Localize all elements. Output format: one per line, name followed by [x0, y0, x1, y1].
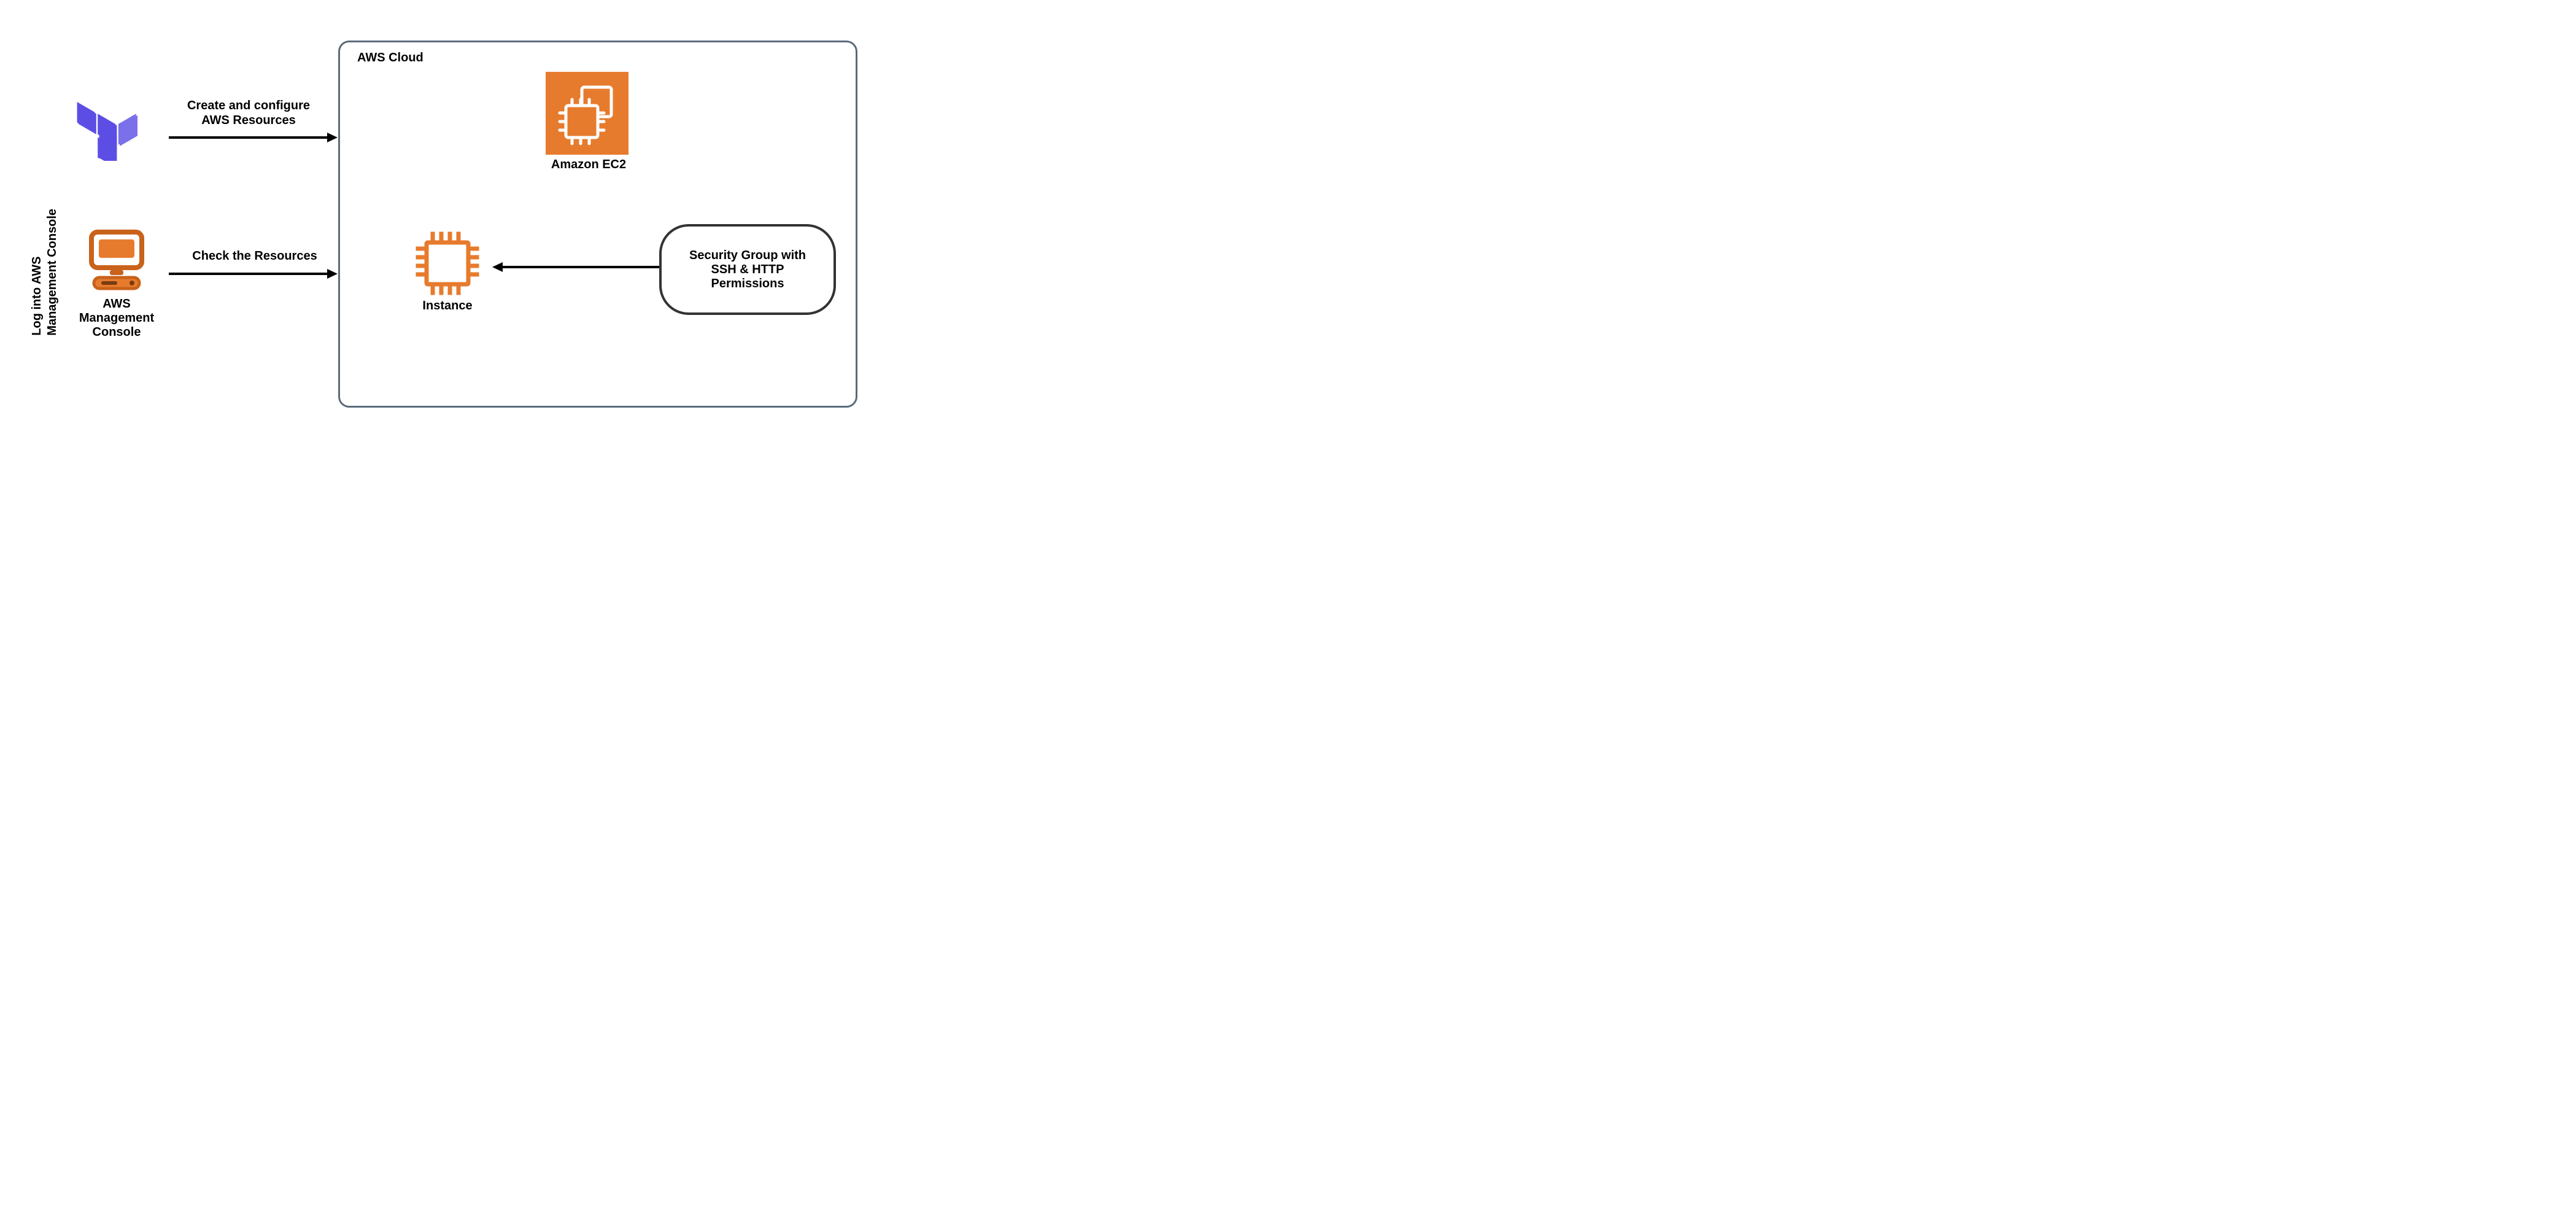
terraform-icon [71, 87, 145, 161]
arrow-create [169, 131, 338, 144]
security-group-label-line1: Security Group with [689, 249, 806, 262]
aws-cloud-box: AWS Cloud Amazon EC2 [338, 41, 857, 408]
arrow-check-label-text: Check the Resources [192, 249, 317, 263]
arrow-check [169, 268, 338, 280]
arrow-create-label-line1: Create and configure [187, 99, 310, 112]
aws-cloud-title: AWS Cloud [357, 51, 424, 65]
aws-management-console-icon [83, 227, 150, 295]
arrow-sg-to-instance [492, 261, 659, 273]
security-group-label: Security Group with SSH & HTTP Permissio… [668, 249, 827, 291]
left-vertical-label-line1: Log into AWS [30, 256, 44, 335]
console-label-line3: Console [93, 325, 141, 339]
security-group-box: Security Group with SSH & HTTP Permissio… [659, 224, 836, 315]
left-vertical-label-line2: Management Console [45, 209, 59, 336]
amazon-ec2-icon [546, 72, 629, 155]
instance-icon [411, 227, 484, 300]
arrow-create-label: Create and configure AWS Resources [169, 98, 328, 128]
diagram-canvas: Log into AWS Management Console [0, 0, 921, 437]
console-label-line1: AWS [102, 297, 131, 311]
security-group-label-line3: Permissions [711, 277, 784, 290]
arrow-check-label: Check the Resources [184, 249, 325, 263]
arrow-create-label-line2: AWS Resources [201, 114, 295, 127]
console-label-line2: Management [79, 311, 154, 325]
left-vertical-label: Log into AWS Management Console [29, 209, 60, 336]
amazon-ec2-label: Amazon EC2 [536, 158, 641, 172]
console-label: AWS Management Console [71, 297, 163, 339]
security-group-label-line2: SSH & HTTP [711, 263, 784, 276]
instance-label: Instance [411, 299, 484, 313]
